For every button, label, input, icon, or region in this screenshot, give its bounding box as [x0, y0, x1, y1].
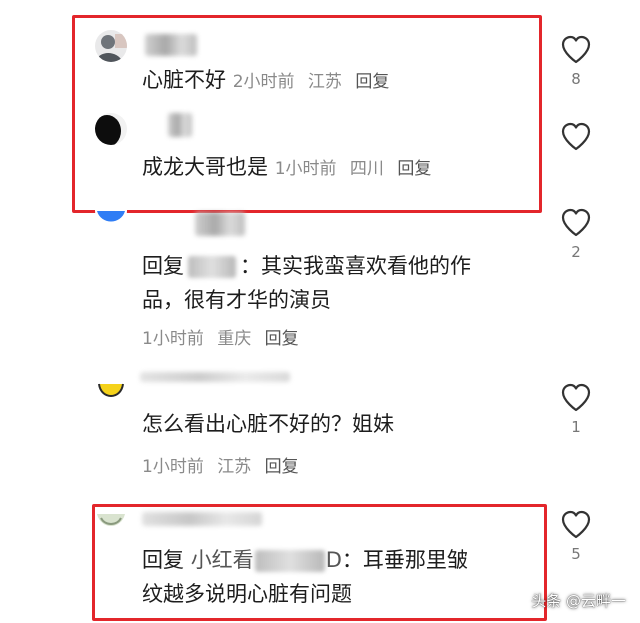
like-count: 8 [571, 70, 581, 88]
reply-button[interactable]: 回复 [265, 457, 299, 477]
like-button[interactable]: 1 [558, 382, 594, 436]
heart-outline-icon [561, 35, 591, 64]
heart-outline-icon [561, 383, 591, 412]
highlight-box-bottom [92, 504, 547, 621]
comment-location: 江苏 [217, 457, 252, 477]
comment-meta: 1小时前 江苏 回复 [142, 452, 307, 477]
heart-outline-icon [561, 122, 591, 151]
heart-outline-icon [561, 208, 591, 237]
watermark: 头条 @云畔一 [531, 592, 626, 610]
comment-time: 1小时前 [142, 457, 204, 477]
heart-outline-icon [561, 510, 591, 539]
like-count: 1 [571, 418, 581, 436]
reply-text-line1: 回复 ：其实我蛮喜欢看他的作 [142, 254, 471, 278]
comment-text: 怎么看出心脏不好的？姐妹 [142, 412, 394, 436]
username-blurred[interactable] [140, 372, 290, 382]
mention-blurred[interactable] [188, 256, 236, 278]
highlight-box-top [72, 15, 542, 213]
comment-time: 1小时前 [142, 329, 204, 349]
like-button[interactable]: 8 [558, 34, 594, 88]
avatar[interactable] [95, 203, 127, 227]
like-button[interactable] [558, 121, 594, 157]
comment-meta: 1小时前 重庆 回复 [142, 324, 307, 349]
reply-text-line2: 品，很有才华的演员 [142, 288, 331, 312]
like-button[interactable]: 2 [558, 207, 594, 261]
like-button[interactable]: 5 [558, 509, 594, 563]
avatar[interactable] [95, 378, 127, 402]
like-count: 2 [571, 243, 581, 261]
like-count: 5 [571, 545, 581, 563]
username-blurred[interactable] [195, 212, 245, 236]
comment-location: 重庆 [217, 329, 252, 349]
reply-button[interactable]: 回复 [265, 329, 299, 349]
